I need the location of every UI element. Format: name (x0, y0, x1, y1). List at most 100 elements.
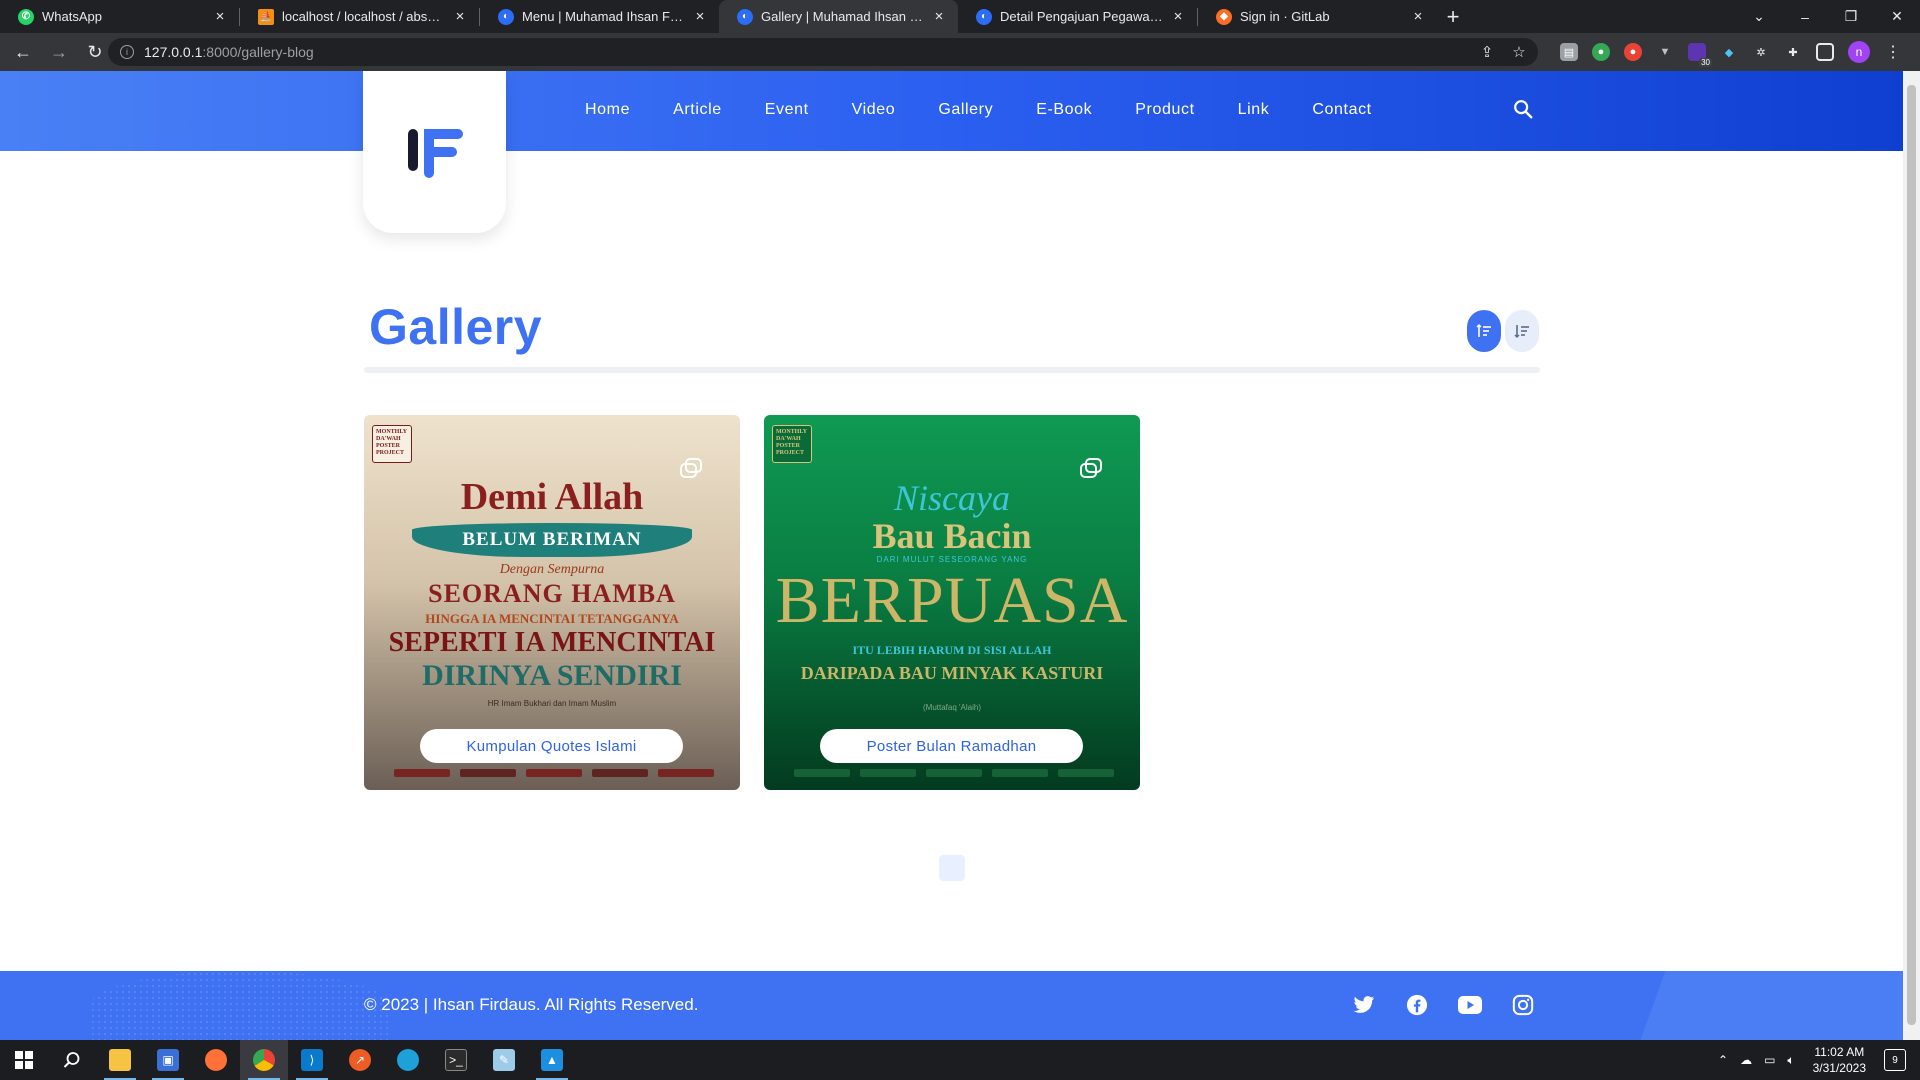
close-tab-icon[interactable]: × (930, 8, 948, 26)
tab-title: Menu | Muhamad Ihsan Firdaus (522, 9, 685, 24)
gallery-card-label[interactable]: Kumpulan Quotes Islami (420, 729, 683, 763)
folder-icon (109, 1049, 131, 1071)
address-bar[interactable]: i 127.0.0.1:8000/gallery-blog ⇪ ☆ (108, 38, 1538, 66)
site-header: Home Article Event Video Gallery E-Book … (0, 71, 1903, 151)
pagination-page[interactable] (939, 855, 965, 881)
tab-title: localhost / localhost / absensi / p (282, 9, 445, 24)
taskbar-file-explorer[interactable] (96, 1040, 144, 1080)
nav-contact[interactable]: Contact (1312, 101, 1371, 119)
new-tab-button[interactable]: + (1437, 0, 1469, 33)
page-scrollbar[interactable] (1903, 71, 1920, 1040)
tab-title: Sign in · GitLab (1240, 9, 1330, 24)
taskbar-photos[interactable]: ▲ (528, 1040, 576, 1080)
youtube-icon[interactable] (1458, 993, 1482, 1017)
minimize-icon[interactable]: – (1782, 0, 1828, 33)
firefox-icon (205, 1049, 227, 1071)
close-tab-icon[interactable]: × (1169, 8, 1187, 26)
tab-phpmyadmin[interactable]: ⛵ localhost / localhost / absensi / p × (240, 0, 479, 33)
gallery-card[interactable]: MONTHLY DA'WAH POSTER PROJECT Demi Allah… (364, 415, 740, 790)
site-logo[interactable] (363, 71, 506, 233)
tab-detail-pengajuan[interactable]: ◐ Detail Pengajuan Pegawai - Base × (958, 0, 1197, 33)
close-tab-icon[interactable]: × (1409, 8, 1427, 26)
close-tab-icon[interactable]: × (211, 8, 229, 26)
puzzle-extensions-icon[interactable]: ✚ (1784, 43, 1802, 61)
taskbar-clock[interactable]: 11:02 AM 3/31/2023 (1813, 1044, 1866, 1076)
volume-icon[interactable]: 🔈︎ (1787, 1053, 1794, 1068)
share-icon[interactable]: ⇪ (1478, 43, 1496, 61)
extension-icon[interactable]: ● (1624, 43, 1642, 61)
nav-home[interactable]: Home (585, 101, 630, 119)
restore-icon[interactable]: ❐ (1828, 0, 1874, 33)
scrollbar-thumb[interactable] (1907, 85, 1916, 1025)
tab-menu[interactable]: ◐ Menu | Muhamad Ihsan Firdaus × (480, 0, 719, 33)
reload-icon[interactable]: ↻ (82, 39, 108, 65)
taskbar-edge[interactable] (384, 1040, 432, 1080)
nav-article[interactable]: Article (673, 101, 722, 119)
browser-toolbar: ← → ↻ i 127.0.0.1:8000/gallery-blog ⇪ ☆ … (0, 33, 1920, 71)
taskbar-chrome[interactable] (240, 1040, 288, 1080)
extension-badge-icon[interactable]: 30 (1688, 43, 1712, 67)
tab-search-icon[interactable]: ⌄ (1736, 0, 1782, 33)
extension-icon[interactable]: ▤ (1560, 43, 1578, 61)
network-icon[interactable]: ▭ (1764, 1053, 1775, 1068)
site-info-icon[interactable]: i (120, 45, 134, 59)
forward-icon[interactable]: → (46, 39, 72, 65)
taskbar-firefox[interactable] (192, 1040, 240, 1080)
facebook-icon[interactable] (1405, 993, 1429, 1017)
nav-ebook[interactable]: E-Book (1036, 101, 1092, 119)
taskbar-notepad[interactable]: ✎ (480, 1040, 528, 1080)
profile-avatar[interactable]: n (1848, 41, 1870, 63)
footer-map-pattern (90, 971, 390, 1040)
footer-copyright: © 2023 | Ihsan Firdaus. All Rights Reser… (364, 995, 699, 1014)
poster-badge: MONTHLY DA'WAH POSTER PROJECT (772, 425, 812, 463)
taskbar-vscode[interactable]: ⟩ (288, 1040, 336, 1080)
page-title: Gallery (369, 299, 543, 355)
back-icon[interactable]: ← (10, 39, 36, 65)
nav-gallery[interactable]: Gallery (938, 101, 993, 119)
gallery-card-label[interactable]: Poster Bulan Ramadhan (820, 729, 1083, 763)
vscode-icon: ⟩ (301, 1049, 323, 1071)
extension-icon[interactable]: ● (1592, 43, 1610, 61)
windows-start-button[interactable] (0, 1040, 48, 1080)
kebab-menu-icon[interactable]: ⋮ (1884, 43, 1902, 61)
sponsor-logo (860, 769, 916, 777)
nav-event[interactable]: Event (765, 101, 809, 119)
extension-icon[interactable]: ✲ (1752, 43, 1770, 61)
taskbar-search-button[interactable] (48, 1040, 96, 1080)
close-window-icon[interactable]: ✕ (1874, 0, 1920, 33)
sort-ascending-button[interactable] (1467, 310, 1501, 352)
url-host: 127.0.0.1 (144, 44, 203, 60)
postman-icon: ↗ (349, 1049, 371, 1071)
notification-center-icon[interactable]: 9 (1884, 1049, 1906, 1071)
notification-count: 9 (1892, 1054, 1898, 1066)
extension-icon[interactable]: ▼ (1656, 43, 1674, 61)
bookmark-star-icon[interactable]: ☆ (1510, 43, 1528, 61)
poster-line: BERPUASA (775, 564, 1129, 637)
poster-badge: MONTHLY DA'WAH POSTER PROJECT (372, 425, 412, 463)
extension-icon[interactable]: ◆ (1720, 43, 1738, 61)
browser-tab-strip: ✆ WhatsApp × ⛵ localhost / localhost / a… (0, 0, 1920, 33)
side-panel-icon[interactable] (1816, 43, 1834, 61)
taskbar-terminal[interactable]: >_ (432, 1040, 480, 1080)
tab-gallery-active[interactable]: ◐ Gallery | Muhamad Ihsan Firdaus × (719, 0, 958, 33)
onedrive-cloud-icon[interactable]: ☁ (1740, 1053, 1752, 1068)
twitter-icon[interactable] (1352, 993, 1376, 1017)
social-links (1352, 993, 1535, 1017)
instagram-icon[interactable] (1511, 993, 1535, 1017)
search-icon[interactable] (1512, 98, 1534, 120)
gallery-card[interactable]: MONTHLY DA'WAH POSTER PROJECT Niscaya Ba… (764, 415, 1140, 790)
nav-product[interactable]: Product (1135, 101, 1194, 119)
chevron-up-icon[interactable]: ⌃ (1718, 1053, 1728, 1068)
nav-video[interactable]: Video (852, 101, 896, 119)
sort-descending-button[interactable] (1505, 310, 1539, 352)
taskbar-app[interactable]: ▣ (144, 1040, 192, 1080)
tab-whatsapp[interactable]: ✆ WhatsApp × (0, 0, 239, 33)
nav-link[interactable]: Link (1238, 101, 1270, 119)
close-tab-icon[interactable]: × (691, 8, 709, 26)
sponsor-logo (526, 769, 582, 777)
system-tray: ⌃ ☁ ▭ 🔈︎ 11:02 AM 3/31/2023 9 (1718, 1040, 1920, 1080)
if-logo-icon (407, 129, 463, 178)
tab-gitlab[interactable]: ◆ Sign in · GitLab × (1198, 0, 1437, 33)
taskbar-postman[interactable]: ↗ (336, 1040, 384, 1080)
close-tab-icon[interactable]: × (451, 8, 469, 26)
